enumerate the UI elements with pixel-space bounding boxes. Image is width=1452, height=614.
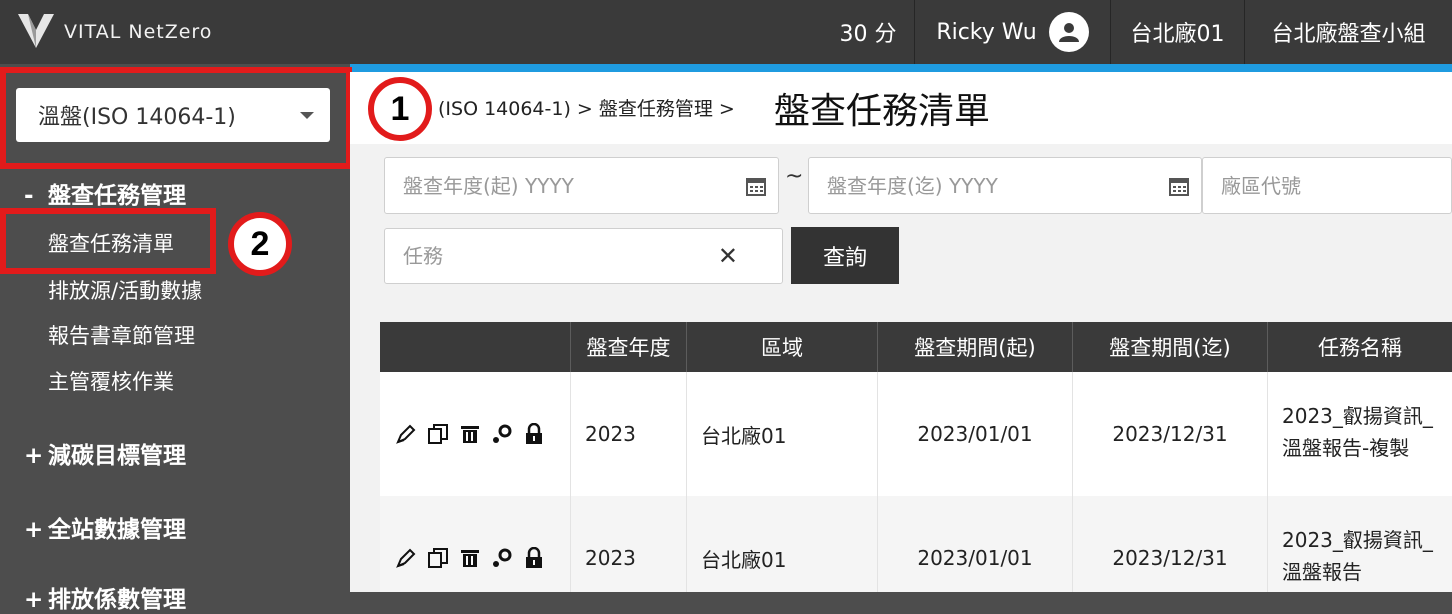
page-title: 盤查任務清單 xyxy=(774,91,991,132)
clear-icon[interactable]: ✕ xyxy=(718,242,738,270)
task-table: 盤查年度 區域 盤查期間(起) 盤查期間(迄) 任務名稱 2023 台北廠01 … xyxy=(380,322,1452,592)
year-start-input[interactable] xyxy=(385,158,778,213)
cell-end: 2023/12/31 xyxy=(1072,372,1267,496)
brand-name: VITAL NetZero xyxy=(64,21,213,43)
sidebar-group-label: 減碳目標管理 xyxy=(48,443,186,469)
sidebar-item-emission-sources[interactable]: 排放源/活動數據 xyxy=(48,275,202,305)
annotation-marker-1: 1 xyxy=(368,77,432,141)
cell-start: 2023/01/01 xyxy=(877,372,1072,496)
score-indicator: 30 分 xyxy=(839,22,897,47)
sidebar-group-site-data[interactable]: + 全站數據管理 xyxy=(24,510,186,544)
year-start-field[interactable] xyxy=(384,157,779,214)
cell-region: 台北廠01 xyxy=(686,496,877,592)
lock-icon[interactable] xyxy=(522,546,546,570)
settings-icon[interactable] xyxy=(490,422,514,446)
cell-year: 2023 xyxy=(570,372,686,496)
column-header-region[interactable]: 區域 xyxy=(686,322,877,372)
plant-code-field[interactable] xyxy=(1202,157,1452,214)
accent-bar xyxy=(350,64,1452,72)
top-bar: VITAL NetZero 30 分 Ricky Wu 台北廠01 台北廠盤查小… xyxy=(0,0,1452,64)
sidebar-group-label: 盤查任務管理 xyxy=(48,183,186,209)
column-header-year[interactable]: 盤查年度 xyxy=(570,322,686,372)
lock-icon[interactable] xyxy=(522,422,546,446)
delete-icon[interactable] xyxy=(458,422,482,446)
sidebar-group-reduction-targets[interactable]: + 減碳目標管理 xyxy=(24,436,186,470)
delete-icon[interactable] xyxy=(458,546,482,570)
table-header: 盤查年度 區域 盤查期間(起) 盤查期間(迄) 任務名稱 xyxy=(380,322,1452,372)
range-separator: ~ xyxy=(785,164,804,189)
column-header-actions xyxy=(380,322,570,372)
annotation-marker-2: 2 xyxy=(228,212,292,276)
cell-task-name: 2023_叡揚資訊_ 溫盤報告-複製 xyxy=(1267,372,1452,496)
sidebar-item-report-chapters[interactable]: 報告書章節管理 xyxy=(48,320,195,350)
group-switcher[interactable]: 台北廠盤查小組 xyxy=(1244,0,1452,64)
column-header-start[interactable]: 盤查期間(起) xyxy=(877,322,1072,372)
sidebar-group-task-management[interactable]: - 盤查任務管理 xyxy=(24,176,186,210)
copy-icon[interactable] xyxy=(426,546,450,570)
column-header-end[interactable]: 盤查期間(迄) xyxy=(1072,322,1267,372)
cell-region: 台北廠01 xyxy=(686,372,877,496)
user-name: Ricky Wu xyxy=(936,19,1037,45)
plant-code-input[interactable] xyxy=(1203,158,1451,213)
year-end-field[interactable] xyxy=(808,157,1202,214)
cell-year: 2023 xyxy=(570,496,686,592)
task-field[interactable]: ✕ xyxy=(384,228,783,284)
sidebar-group-emission-factors[interactable]: + 排放係數管理 xyxy=(24,580,186,614)
sidebar-group-label: 全站數據管理 xyxy=(48,517,186,543)
cell-task-name: 2023_叡揚資訊_ 溫盤報告 xyxy=(1267,496,1452,592)
year-end-input[interactable] xyxy=(809,158,1201,213)
row-actions xyxy=(380,496,570,592)
table-row[interactable]: 2023 台北廠01 2023/01/01 2023/12/31 2023_叡揚… xyxy=(380,372,1452,496)
breadcrumb[interactable]: (ISO 14064-1) > 盤查任務管理 > xyxy=(438,94,735,121)
cell-start: 2023/01/01 xyxy=(877,496,1072,592)
calendar-icon[interactable] xyxy=(1169,176,1189,196)
table-row[interactable]: 2023 台北廠01 2023/01/01 2023/12/31 2023_叡揚… xyxy=(380,496,1452,592)
copy-icon[interactable] xyxy=(426,422,450,446)
plant-switcher[interactable]: 台北廠01 xyxy=(1110,0,1244,64)
query-button[interactable]: 查詢 xyxy=(791,227,899,284)
user-avatar-icon xyxy=(1048,12,1089,52)
sidebar-group-label: 排放係數管理 xyxy=(48,587,186,613)
column-header-task-name[interactable]: 任務名稱 xyxy=(1267,322,1452,372)
row-actions xyxy=(380,372,570,496)
sidebar-item-supervisor-review[interactable]: 主管覆核作業 xyxy=(48,366,174,396)
edit-icon[interactable] xyxy=(394,422,418,446)
user-menu[interactable]: Ricky Wu xyxy=(914,0,1110,64)
edit-icon[interactable] xyxy=(394,546,418,570)
breadcrumb-bar: (ISO 14064-1) > 盤查任務管理 > 盤查任務清單 xyxy=(350,72,1452,144)
logo-icon xyxy=(18,14,54,48)
calendar-icon[interactable] xyxy=(746,176,766,196)
settings-icon[interactable] xyxy=(490,546,514,570)
cell-end: 2023/12/31 xyxy=(1072,496,1267,592)
highlight-box-module-select xyxy=(0,67,352,169)
highlight-box-task-list xyxy=(0,208,216,274)
